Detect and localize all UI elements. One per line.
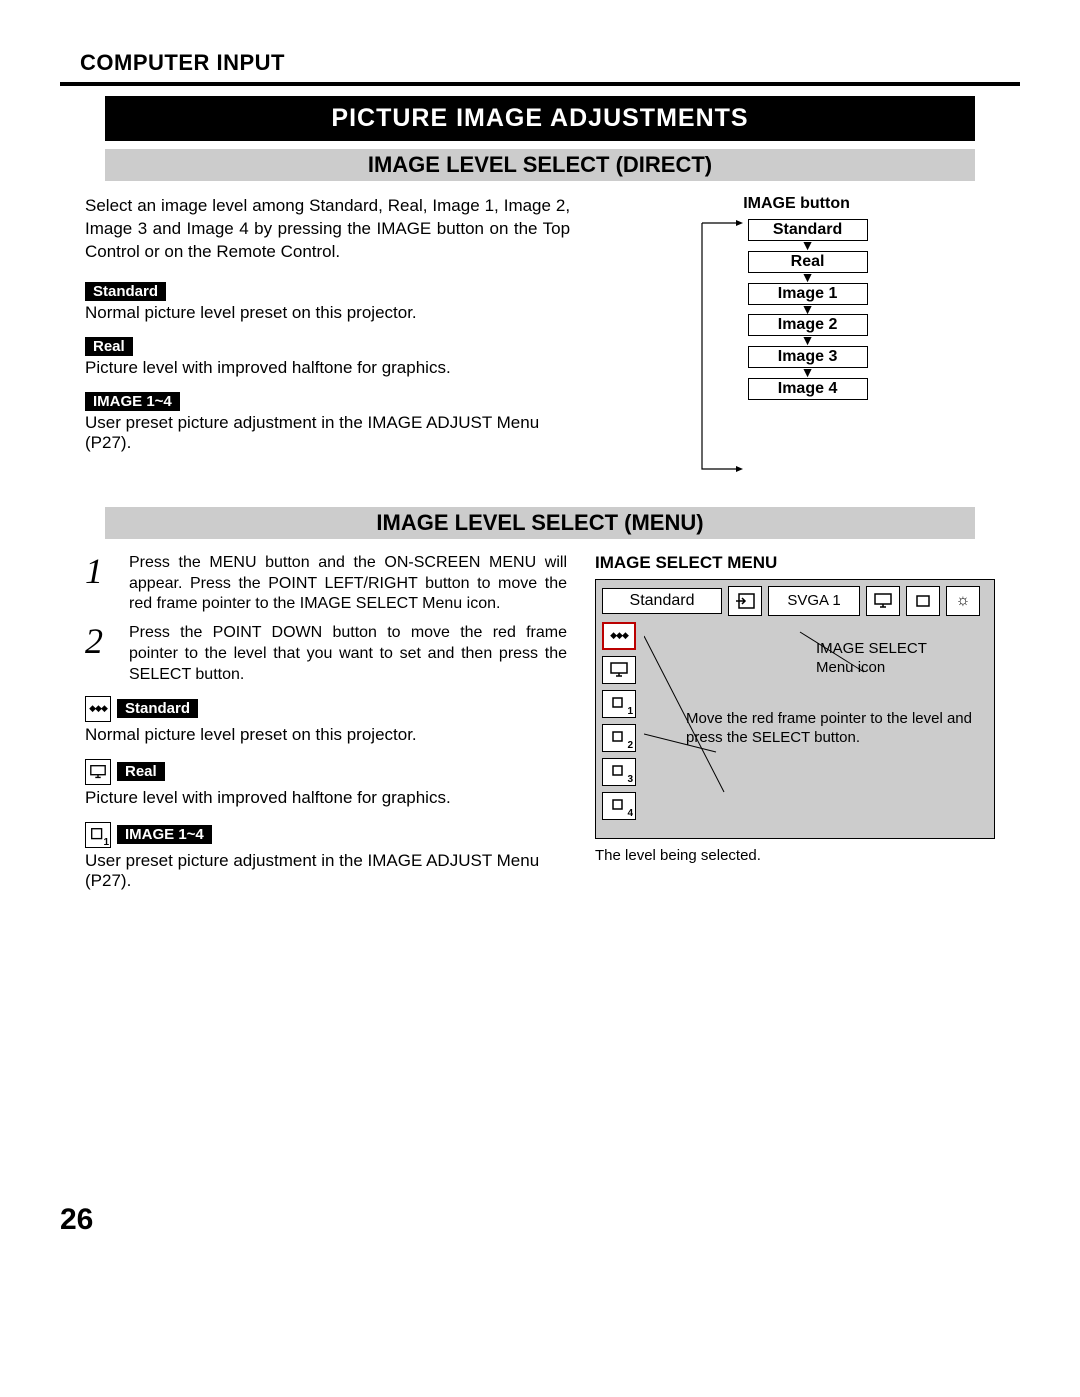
monitor-small-icon <box>866 586 900 616</box>
title-bar-direct: IMAGE LEVEL SELECT (DIRECT) <box>105 149 975 181</box>
desc-real: Picture level with improved halftone for… <box>85 358 570 378</box>
desc-image14: User preset picture adjustment in the IM… <box>85 413 570 453</box>
step-number: 2 <box>85 623 115 685</box>
input-icon <box>728 586 762 616</box>
image-num-icon: 1 <box>85 822 111 848</box>
step-row: 2 Press the POINT DOWN button to move th… <box>85 623 567 685</box>
svga-label: SVGA 1 <box>768 586 860 616</box>
label-image14: IMAGE 1~4 <box>85 392 180 411</box>
section-label: COMPUTER INPUT <box>80 50 1000 78</box>
desc-real-menu: Picture level with improved halftone for… <box>85 788 567 808</box>
flow-arrow-icon: ▼ <box>724 336 892 346</box>
callout-red-frame: Move the red frame pointer to the level … <box>686 710 976 748</box>
label-real: Real <box>85 337 133 356</box>
flow-arrow-icon: ▼ <box>724 305 892 315</box>
step-row: 1 Press the MENU button and the ON-SCREE… <box>85 553 567 615</box>
side-img3-icon: 3 <box>602 758 636 786</box>
direct-intro: Select an image level among Standard, Re… <box>85 195 570 264</box>
label-real-menu: Real <box>117 762 165 781</box>
menu-frame: Standard SVGA 1 ☼ <box>595 579 995 839</box>
settings-icon: ☼ <box>946 586 980 616</box>
image-button-flow: IMAGE button Standard ▼ Real ▼ Image 1 ▼ <box>702 195 892 400</box>
label-image14-menu: IMAGE 1~4 <box>117 825 212 844</box>
side-img2-icon: 2 <box>602 724 636 752</box>
side-img4-icon: 4 <box>602 792 636 820</box>
image-select-menu-title: IMAGE SELECT MENU <box>595 553 995 573</box>
step-text: Press the MENU button and the ON-SCREEN … <box>129 553 567 615</box>
side-monitor-icon <box>602 656 636 684</box>
step-text: Press the POINT DOWN button to move the … <box>129 623 567 685</box>
step-number: 1 <box>85 553 115 615</box>
diamonds-icon <box>85 696 111 722</box>
page-number: 26 <box>60 1203 93 1237</box>
flow-title: IMAGE button <box>702 195 892 213</box>
side-diamonds-selected-icon <box>602 622 636 650</box>
desc-standard-menu: Normal picture level preset on this proj… <box>85 725 567 745</box>
desc-image14-menu: User preset picture adjustment in the IM… <box>85 851 567 891</box>
label-standard-menu: Standard <box>117 699 198 718</box>
caption-level-selected: The level being selected. <box>595 847 995 866</box>
flow-box: Image 4 <box>748 378 868 400</box>
flow-arrow-icon: ▼ <box>724 368 892 378</box>
label-standard: Standard <box>85 282 166 301</box>
monitor-icon <box>85 759 111 785</box>
title-bar-main: PICTURE IMAGE ADJUSTMENTS <box>105 96 975 141</box>
title-bar-menu: IMAGE LEVEL SELECT (MENU) <box>105 507 975 539</box>
flow-arrow-icon: ▼ <box>724 273 892 283</box>
menu-top-label: Standard <box>602 588 722 614</box>
callout-image-select-icon: IMAGE SELECT Menu icon <box>816 640 976 678</box>
header-rule <box>60 82 1020 86</box>
flow-arrow-icon: ▼ <box>724 241 892 251</box>
desc-standard: Normal picture level preset on this proj… <box>85 303 570 323</box>
adjust-icon <box>906 586 940 616</box>
side-img1-icon: 1 <box>602 690 636 718</box>
